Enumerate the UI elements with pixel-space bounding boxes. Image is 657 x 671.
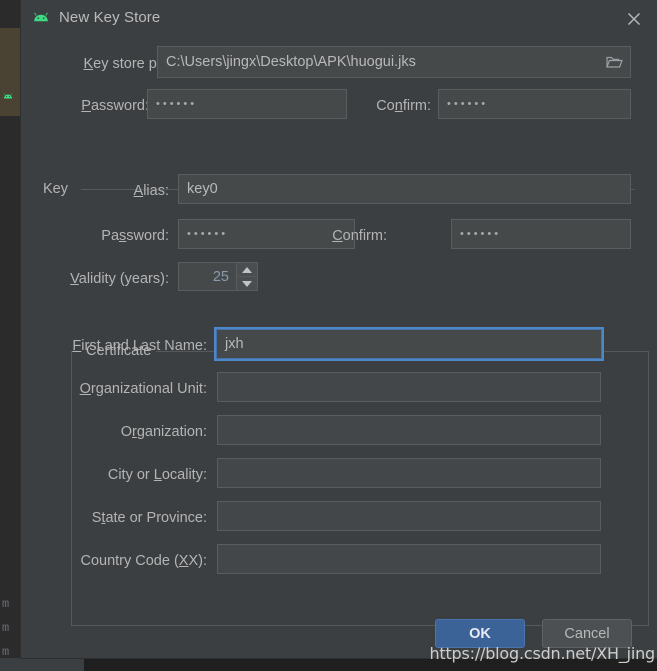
validity-years-value[interactable]: 25	[179, 263, 236, 290]
cert-city-locality-input[interactable]	[217, 458, 601, 488]
background-android-head-icon	[2, 92, 14, 106]
cert-organization-input[interactable]	[217, 415, 601, 445]
close-icon[interactable]	[623, 8, 645, 30]
key-store-confirm-value: ••••••	[447, 98, 489, 110]
key-confirm-value: ••••••	[460, 228, 502, 240]
dialog-titlebar: New Key Store	[21, 0, 657, 38]
key-password-value: ••••••	[187, 228, 229, 240]
background-gutter-text: m	[2, 597, 10, 611]
validity-years-stepper[interactable]: 25	[178, 262, 258, 291]
dialog-body: Key store path: C:\Users\jingx\Desktop\A…	[21, 38, 657, 658]
background-gutter-text: m	[2, 645, 10, 659]
chevron-up-icon[interactable]	[237, 263, 257, 277]
cert-first-last-name-input[interactable]: jxh	[216, 329, 602, 359]
cert-first-last-name-label: First and Last Name:	[72, 338, 207, 354]
key-password-label: Password:	[101, 228, 169, 244]
cert-country-code-input[interactable]	[217, 544, 601, 574]
key-store-password-value: ••••••	[156, 98, 198, 110]
cert-organizational-unit-label: Organizational Unit:	[79, 381, 207, 397]
dialog-title: New Key Store	[59, 9, 161, 26]
cert-organization-label: Organization:	[120, 424, 207, 440]
cert-country-code-label: Country Code (XX):	[80, 553, 207, 569]
watermark-text: https://blog.csdn.net/XH_jing	[429, 644, 655, 663]
key-alias-label: Alias:	[133, 183, 169, 199]
background-status-bar-left	[0, 658, 84, 671]
validity-years-label: Validity (years):	[70, 271, 169, 287]
validity-stepper-arrows[interactable]	[236, 263, 257, 290]
key-alias-value: key0	[187, 180, 218, 197]
key-store-confirm-input[interactable]: ••••••	[438, 89, 631, 119]
cert-first-last-name-value: jxh	[225, 335, 244, 352]
key-confirm-label: Confirm:	[332, 228, 387, 244]
chevron-down-icon[interactable]	[237, 277, 257, 290]
key-alias-input[interactable]: key0	[178, 174, 631, 204]
cert-organizational-unit-input[interactable]	[217, 372, 601, 402]
cert-state-province-input[interactable]	[217, 501, 601, 531]
cert-state-province-label: State or Province:	[91, 510, 207, 526]
key-store-path-value: C:\Users\jingx\Desktop\APK\huogui.jks	[166, 53, 416, 70]
new-key-store-dialog: New Key Store Key store path: C:\Users\j…	[21, 0, 657, 658]
key-confirm-input[interactable]: ••••••	[451, 219, 631, 249]
key-store-confirm-label: Confirm:	[376, 98, 431, 114]
key-store-path-input[interactable]: C:\Users\jingx\Desktop\APK\huogui.jks	[157, 46, 631, 78]
background-gutter-text: m	[2, 621, 10, 635]
android-head-icon	[31, 10, 51, 26]
folder-icon[interactable]	[606, 55, 623, 69]
screen-root: m m m New Key Store Key store path: C:\U…	[0, 0, 657, 671]
cert-city-locality-label: City or Locality:	[107, 467, 207, 483]
key-store-password-label: Password:	[81, 98, 149, 114]
